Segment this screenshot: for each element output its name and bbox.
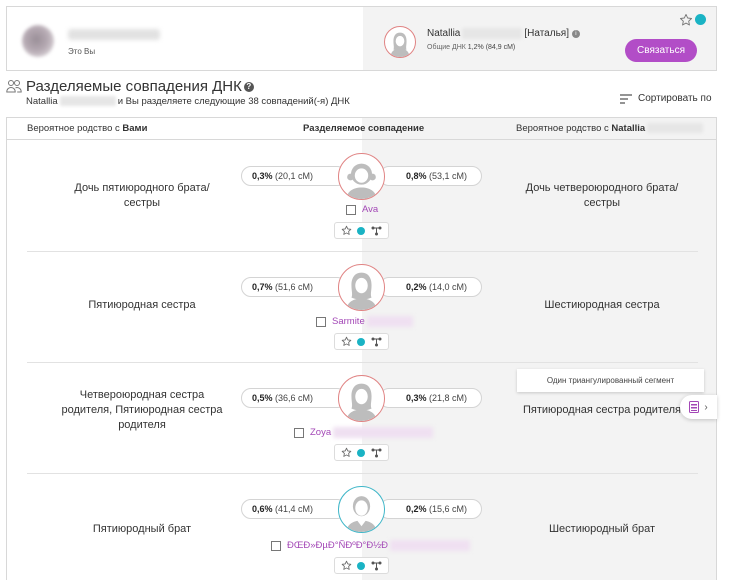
female-silhouette-icon: [390, 32, 410, 57]
match-avatar[interactable]: [338, 153, 385, 200]
chevron-right-icon: ›: [704, 401, 708, 413]
color-tag-dot[interactable]: [695, 14, 706, 25]
relationship-match: Дочь четвероюродного брата/сестры: [525, 182, 679, 209]
shared-dna-you-pill: 0,5% (36,6 сМ): [241, 388, 347, 408]
my-name-blurred: [68, 29, 160, 40]
match-name-row: ÐŒÐ»ÐµÐ°ÑÐºÐ°Ð½Ð: [271, 540, 470, 551]
shared-dna-match-pill: 0,8% (53,1 сМ): [379, 166, 482, 186]
shared-dna-you-pill: 0,7% (51,6 сМ): [241, 277, 347, 297]
me-label: Это Вы: [68, 47, 96, 56]
match-avatar[interactable]: [338, 264, 385, 311]
shared-dna-you-pill: 0,6% (41,4 сМ): [241, 499, 347, 519]
match-avatar[interactable]: [338, 375, 385, 422]
match-name[interactable]: Zoya: [310, 427, 331, 438]
shared-matches-table: Вероятное родство с Вами Разделяемое сов…: [6, 117, 717, 580]
relationship-match: Пятиюродная сестра родителя: [523, 404, 681, 416]
select-checkbox[interactable]: [346, 204, 356, 215]
star-icon[interactable]: [341, 447, 352, 458]
match-panel: Natallia [Наталья] i Общие ДНК 1,2% (84,9 …: [363, 7, 716, 70]
relationship-you: Дочь пятиюродного брата/сестры: [74, 182, 210, 209]
female-silhouette-icon: [346, 272, 377, 310]
subtitle-surname-blurred: [59, 96, 116, 107]
surname-blurred: [462, 28, 523, 39]
info-icon[interactable]: i: [571, 30, 580, 39]
tree-icon[interactable]: [371, 561, 382, 571]
people-icon: [6, 80, 22, 93]
me-panel: Это Вы: [7, 7, 363, 70]
col-header-match: Вероятное родство с Natallia: [516, 123, 704, 134]
section-subtitle: Natallia и Вы разделяете следующие 38 сов…: [26, 96, 350, 107]
match-name[interactable]: Natallia: [427, 28, 460, 39]
sort-label: Сортировать по: [638, 93, 712, 104]
tree-icon[interactable]: [371, 448, 382, 458]
shared-dna-label: Общие ДНК: [427, 44, 466, 51]
match-name-row: Ava: [346, 204, 378, 215]
star-icon[interactable]: [341, 560, 352, 571]
star-icon[interactable]: [341, 225, 352, 236]
relationship-you: Пятиюродная сестра: [88, 299, 196, 311]
relationship-you: Четвероюродная сестра родителя, Пятиюрод…: [61, 389, 223, 431]
match-name[interactable]: Ava: [362, 204, 378, 215]
match-header-card: Это Вы Natallia [Наталья] i Общие ДНК 1,2%…: [6, 6, 717, 71]
match-name-row: Zoya: [294, 427, 434, 438]
match-name[interactable]: ÐŒÐ»ÐµÐ°ÑÐºÐ°Ð½Ð: [287, 540, 388, 551]
triangulated-tooltip: Один триангулированный сегмент: [517, 369, 704, 392]
male-silhouette-icon: [346, 496, 377, 532]
star-icon[interactable]: [341, 336, 352, 347]
contact-button[interactable]: Связаться: [625, 39, 697, 62]
match-name-line: Natallia [Наталья] i: [427, 28, 580, 39]
match-avatar[interactable]: [384, 26, 416, 58]
row-actions: [334, 333, 389, 350]
female-child-silhouette-icon: [346, 163, 377, 199]
match-avatar[interactable]: [338, 486, 385, 533]
table-header: Вероятное родство с Вами Разделяемое сов…: [7, 118, 716, 140]
row-actions: [334, 222, 389, 239]
match-name-row: Sarmite: [316, 316, 413, 327]
row-actions: [334, 444, 389, 461]
star-icon[interactable]: [679, 13, 693, 27]
color-tag-dot[interactable]: [357, 448, 366, 457]
match-alias: [Наталья]: [524, 28, 569, 40]
color-tag-dot[interactable]: [357, 561, 366, 570]
select-checkbox[interactable]: [294, 427, 304, 438]
col-header-you: Вероятное родство с Вами: [27, 123, 148, 134]
select-checkbox[interactable]: [316, 316, 326, 327]
color-tag-dot[interactable]: [357, 226, 366, 235]
match-surname-blurred: [390, 540, 470, 551]
col-header-surname-blurred: [647, 123, 704, 134]
shared-dna-match-pill: 0,3% (21,8 сМ): [379, 388, 482, 408]
match-name[interactable]: Sarmite: [332, 316, 365, 327]
relationship-match: Шестиюродный брат: [548, 523, 656, 535]
table-row: Пятиюродный брат 0,6% (41,4 сМ) 0,2% (15…: [7, 474, 716, 580]
match-surname-blurred: [333, 427, 434, 438]
match-surname-blurred: [366, 316, 413, 327]
section-title: Разделяемые совпадения ДНК?: [26, 78, 254, 95]
row-actions: [334, 557, 389, 574]
relationship-match: Шестиюродная сестра: [544, 299, 660, 311]
segment-icon: [689, 401, 700, 413]
shared-dna-you-pill: 0,3% (20,1 сМ): [241, 166, 347, 186]
female-silhouette-icon: [346, 383, 377, 421]
help-icon[interactable]: ?: [243, 82, 254, 92]
tree-icon[interactable]: [371, 226, 382, 236]
relationship-you: Пятиюродный брат: [92, 523, 192, 535]
shared-dna-match-pill: 0,2% (14,0 сМ): [379, 277, 482, 297]
col-header-shared: Разделяемое совпадение: [303, 123, 425, 134]
sort-icon: [620, 93, 632, 104]
subtitle-text: и Вы разделяете следующие 38 совпадений(…: [117, 96, 350, 107]
tree-icon[interactable]: [371, 337, 382, 347]
section-title-text: Разделяемые совпадения ДНК: [26, 78, 242, 95]
color-tag-dot[interactable]: [357, 337, 366, 346]
select-checkbox[interactable]: [271, 540, 281, 551]
subtitle-name: Natallia: [26, 96, 58, 107]
shared-dna-match-pill: 0,2% (15,6 сМ): [379, 499, 482, 519]
sort-button[interactable]: Сортировать по: [620, 93, 712, 104]
shared-dna-value: 1,2% (84,9 сМ): [467, 44, 516, 51]
my-avatar: [22, 25, 54, 57]
triangulation-toggle[interactable]: ›: [680, 395, 717, 419]
shared-dna-line: Общие ДНК 1,2% (84,9 сМ): [427, 44, 515, 51]
